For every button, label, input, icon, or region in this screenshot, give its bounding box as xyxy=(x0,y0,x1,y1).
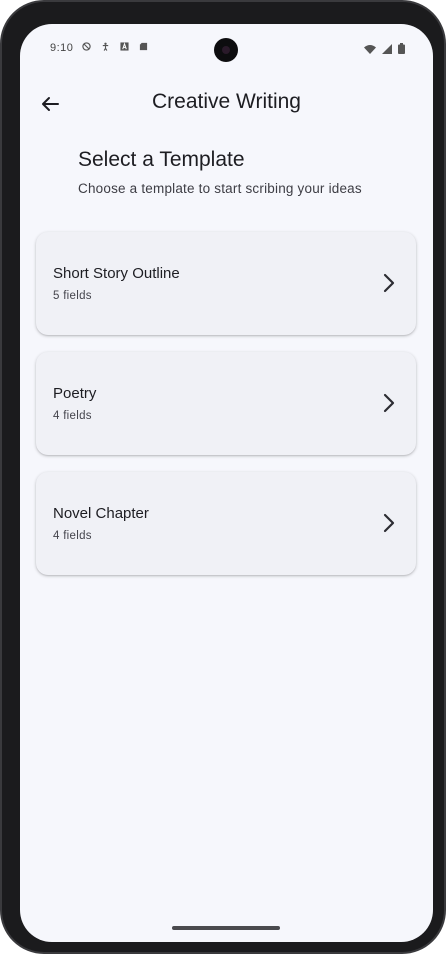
template-list: Short Story Outline 5 fields Poetry 4 fi… xyxy=(36,232,416,592)
accessibility-icon xyxy=(102,42,109,51)
template-card-poetry[interactable]: Poetry 4 fields xyxy=(36,352,416,455)
template-title: Poetry xyxy=(53,385,97,402)
home-indicator[interactable] xyxy=(172,926,280,930)
status-time: 9:10 xyxy=(50,42,74,54)
template-card-novel-chapter[interactable]: Novel Chapter 4 fields xyxy=(36,472,416,575)
sd-card-icon xyxy=(139,42,148,51)
battery-icon xyxy=(398,43,405,54)
app-title: Creative Writing xyxy=(152,90,301,113)
section-title: Select a Template xyxy=(78,148,245,171)
phone-frame: 9:10 Creative Writing Select a Template … xyxy=(0,0,446,954)
status-icons-left xyxy=(82,42,148,51)
chevron-right-icon xyxy=(383,393,395,413)
screen: 9:10 Creative Writing Select a Template … xyxy=(20,24,433,942)
template-title: Novel Chapter xyxy=(53,505,149,522)
section-subtitle: Choose a template to start scribing your… xyxy=(78,181,362,196)
status-icons-right xyxy=(364,43,405,54)
template-field-count: 4 fields xyxy=(53,530,92,542)
a-icon xyxy=(120,42,129,51)
signal-icon xyxy=(382,43,392,54)
status-bar: 9:10 xyxy=(20,24,433,72)
template-field-count: 5 fields xyxy=(53,290,92,302)
wifi-icon xyxy=(364,44,376,54)
template-title: Short Story Outline xyxy=(53,265,180,282)
app-bar: Creative Writing xyxy=(20,80,433,128)
front-camera xyxy=(214,38,238,62)
chevron-right-icon xyxy=(383,273,395,293)
no-disturb-icon xyxy=(82,42,91,51)
template-field-count: 4 fields xyxy=(53,410,92,422)
chevron-right-icon xyxy=(383,513,395,533)
template-card-short-story-outline[interactable]: Short Story Outline 5 fields xyxy=(36,232,416,335)
